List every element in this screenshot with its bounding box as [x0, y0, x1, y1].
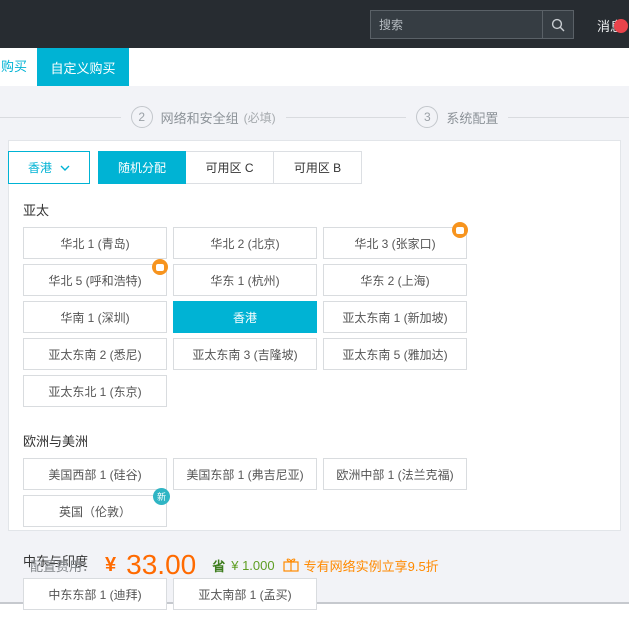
- step-required-note: (必填): [243, 110, 276, 125]
- page-body: 2 网络和安全组 (必填) 3 系统配置 香港 随机分配 可用区 C 可用区 B 亚…: [0, 86, 629, 610]
- promo-text: 专有网络实例立享9.5折: [303, 558, 439, 574]
- region-button[interactable]: 美国西部 1 (硅谷): [23, 458, 167, 490]
- region-button-label: 华北 3 (张家口): [354, 236, 436, 251]
- region-button-label: 亚太东南 1 (新加坡): [342, 310, 448, 325]
- search-button[interactable]: [542, 11, 573, 38]
- region-button-label: 亚太东南 5 (雅加达): [342, 347, 448, 362]
- region-button[interactable]: 亚太东南 5 (雅加达): [323, 338, 467, 370]
- notification-badge: [614, 19, 628, 33]
- price-bar: 配置费用： ¥ 33.00 省 ¥ 1.000 专有网络实例立享9.5折: [0, 544, 629, 586]
- region-button[interactable]: 华北 5 (呼和浩特): [23, 259, 168, 296]
- step-item-network: 2 网络和安全组 (必填): [121, 106, 286, 128]
- region-button[interactable]: 欧洲中部 1 (法兰克福): [323, 458, 467, 490]
- chevron-down-icon: [60, 165, 70, 171]
- region-button[interactable]: 华东 2 (上海): [323, 264, 467, 296]
- magnifier-icon: [551, 18, 565, 32]
- region-button-label: 美国西部 1 (硅谷): [48, 467, 142, 482]
- region-button[interactable]: 亚太东南 1 (新加坡): [323, 301, 467, 333]
- gift-icon: [283, 558, 299, 572]
- fee-label: 配置费用：: [30, 558, 96, 574]
- region-button-label: 中东东部 1 (迪拜): [48, 587, 142, 602]
- region-group-title: 欧洲与美洲: [23, 434, 89, 449]
- topbar: 消息: [0, 0, 629, 48]
- region-button-label: 华北 1 (青岛): [60, 236, 130, 251]
- region-button[interactable]: 亚太东南 2 (悉尼): [23, 338, 167, 370]
- region-button-label: 英国（伦敦）: [58, 504, 131, 519]
- step-label: 网络和安全组: [160, 110, 239, 126]
- tab-quick-buy[interactable]: 购买: [1, 48, 27, 86]
- currency-symbol: ¥: [105, 553, 117, 576]
- zone-tab[interactable]: 可用区 B: [274, 151, 362, 184]
- step-item-system: 3 系统配置: [406, 106, 508, 128]
- region-button-label: 香港: [232, 310, 257, 325]
- region-button[interactable]: 亚太东南 3 (吉隆坡): [173, 338, 317, 370]
- region-button[interactable]: 华东 1 (杭州): [173, 264, 317, 296]
- region-button-label: 亚太南部 1 (孟买): [198, 587, 292, 602]
- messages-link[interactable]: 消息: [597, 16, 628, 35]
- region-button-label: 亚太东南 3 (吉隆坡): [192, 347, 298, 362]
- discount-badge-icon: [452, 222, 468, 238]
- region-button-label: 华北 2 (北京): [210, 236, 280, 251]
- region-button[interactable]: 美国东部 1 (弗吉尼亚): [173, 458, 317, 490]
- new-badge-icon: 新: [153, 488, 170, 505]
- region-dropdown-value: 香港: [27, 161, 52, 175]
- region-button-label: 美国东部 1 (弗吉尼亚): [186, 467, 304, 482]
- discount-badge-icon: [152, 259, 168, 275]
- region-button[interactable]: 华北 3 (张家口): [323, 222, 468, 259]
- region-button-label: 华北 5 (呼和浩特): [48, 273, 142, 288]
- region-button-label: 亚太东南 2 (悉尼): [48, 347, 142, 362]
- region-selector-row: 香港 随机分配 可用区 C 可用区 B: [8, 151, 620, 184]
- region-button-label: 华东 1 (杭州): [210, 273, 280, 288]
- region-button-label: 华东 2 (上海): [360, 273, 430, 288]
- zone-tab[interactable]: 可用区 C: [186, 151, 274, 184]
- region-button-label: 华南 1 (深圳): [60, 310, 130, 325]
- step-number-circle: 2: [130, 106, 153, 128]
- region-button-label: 欧洲中部 1 (法兰克福): [336, 467, 454, 482]
- region-button[interactable]: 华南 1 (深圳): [23, 301, 167, 333]
- step-line: [285, 116, 407, 118]
- fee-amount: 33.00: [126, 549, 197, 580]
- region-group-title: 亚太: [23, 203, 50, 218]
- region-button[interactable]: 香港: [173, 301, 317, 333]
- region-grid: 华北 1 (青岛) 华北 2 (北京) 华北 3 (张家口) 华北 5 (呼和浩特) 华…: [23, 222, 612, 407]
- search-box: [370, 10, 574, 39]
- zone-tab[interactable]: 随机分配: [98, 151, 186, 184]
- step-number-circle: 3: [416, 106, 439, 128]
- region-button[interactable]: 华北 2 (北京): [173, 227, 317, 259]
- region-button[interactable]: 华北 1 (青岛): [23, 227, 167, 259]
- step-line: [508, 116, 629, 118]
- region-grid: 美国西部 1 (硅谷) 美国东部 1 (弗吉尼亚) 欧洲中部 1 (法兰克福) 英国（…: [23, 458, 612, 527]
- step-indicator: 2 网络和安全组 (必填) 3 系统配置: [0, 92, 629, 142]
- search-input[interactable]: [371, 11, 542, 38]
- tab-custom-buy[interactable]: 自定义购买: [37, 48, 129, 86]
- region-dropdown[interactable]: 香港: [8, 151, 90, 184]
- step-line: [0, 116, 121, 118]
- region-panel: 香港 随机分配 可用区 C 可用区 B 亚太 华北 1 (青岛) 华北 2 (北京) 华北…: [8, 140, 621, 610]
- region-button-label: 亚太东北 1 (东京): [48, 384, 142, 399]
- region-group: 亚太华北 1 (青岛) 华北 2 (北京) 华北 3 (张家口) 华北 5 (呼和浩特…: [23, 200, 612, 407]
- step-label: 系统配置: [446, 110, 499, 126]
- zone-tabs: 随机分配 可用区 C 可用区 B: [98, 151, 362, 184]
- region-button[interactable]: 英国（伦敦） 新: [23, 488, 170, 527]
- region-group: 欧洲与美洲美国西部 1 (硅谷) 美国东部 1 (弗吉尼亚) 欧洲中部 1 (法兰克…: [23, 431, 612, 527]
- tabbar: 购买 自定义购买: [0, 48, 629, 86]
- region-button[interactable]: 亚太东北 1 (东京): [23, 375, 167, 407]
- savings-amount: ¥ 1.000: [231, 557, 275, 573]
- savings-label: 省: [212, 558, 226, 574]
